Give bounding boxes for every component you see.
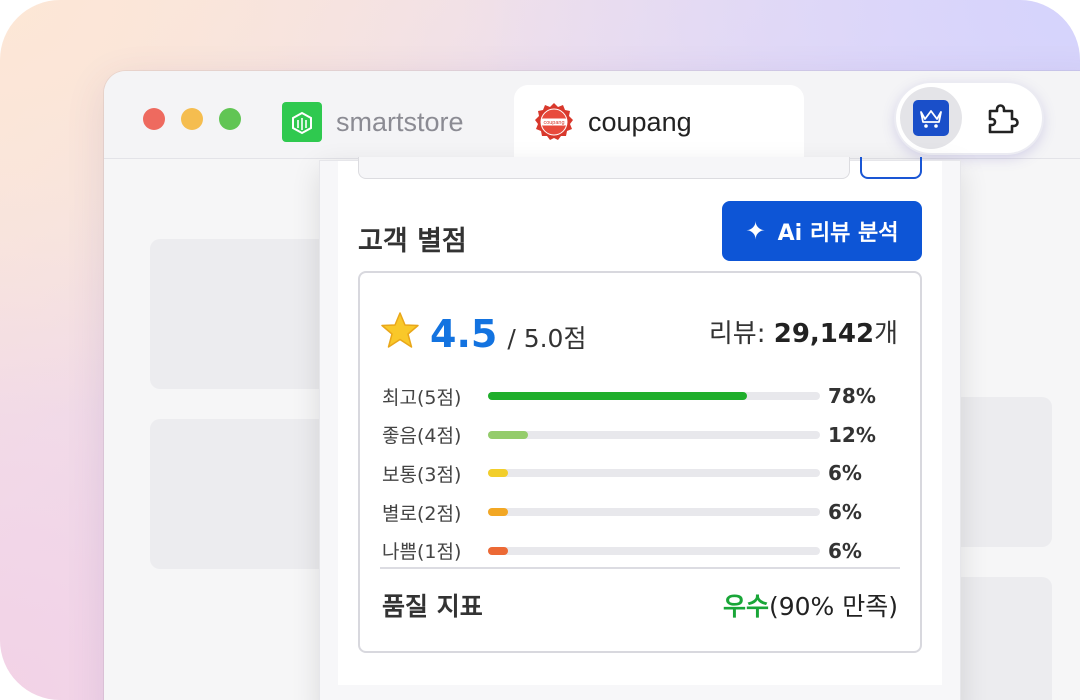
puzzle-icon[interactable] xyxy=(984,101,1020,137)
search-input[interactable] xyxy=(358,157,850,179)
ai-button-label: Ai 리뷰 분석 xyxy=(777,221,899,246)
rating-distribution: 최고(5점) 78% 좋음(4점) 12% 보통(3점) 6% 별로(2점) 6… xyxy=(382,377,902,570)
crown-cart-icon xyxy=(913,100,949,136)
divider xyxy=(380,567,900,569)
rating-summary: 4.5 / 5.0점 xyxy=(380,309,586,356)
placeholder-block xyxy=(952,397,1052,547)
tab-bar: smartstore coupang coupang xyxy=(104,71,1080,159)
distribution-bar-fill xyxy=(488,392,747,401)
review-count-value: 29,142 xyxy=(773,319,875,349)
distribution-bar xyxy=(488,508,820,517)
review-panel-content: 고객 별점 ✦ Ai 리뷰 분석 4.5 / 5.0점 리뷰: 29,142개 xyxy=(338,157,942,685)
distribution-bar xyxy=(488,546,820,555)
distribution-bar xyxy=(488,392,820,401)
review-count: 리뷰: 29,142개 xyxy=(709,313,898,350)
smartstore-logo-icon xyxy=(282,102,322,142)
rating-max: / 5.0점 xyxy=(507,324,587,353)
distribution-bar-fill xyxy=(488,469,508,478)
distribution-percent: 6% xyxy=(828,461,862,486)
extension-button-active[interactable] xyxy=(900,87,962,149)
distribution-row: 나쁨(1점) 6% xyxy=(382,531,902,570)
distribution-row: 보통(3점) 6% xyxy=(382,454,902,493)
distribution-row: 최고(5점) 78% xyxy=(382,377,902,416)
rating-value: 4.5 xyxy=(430,312,498,356)
distribution-label: 나쁨(1점) xyxy=(382,541,462,564)
distribution-bar-fill xyxy=(488,508,508,517)
distribution-label: 최고(5점) xyxy=(382,386,462,409)
tab-smartstore[interactable]: smartstore xyxy=(282,85,464,159)
placeholder-block xyxy=(150,239,330,389)
placeholder-block xyxy=(150,419,330,569)
browser-window: smartstore coupang coupang 고객 별점 ✦ Ai 리뷰… xyxy=(104,71,1080,700)
sparkle-icon: ✦ xyxy=(745,217,766,245)
coupang-logo-icon: coupang xyxy=(534,102,574,142)
distribution-bar xyxy=(488,469,820,478)
distribution-label: 별로(2점) xyxy=(382,502,462,525)
review-count-suffix: 개 xyxy=(874,319,898,349)
ai-review-analysis-button[interactable]: ✦ Ai 리뷰 분석 xyxy=(722,201,922,261)
tab-coupang[interactable]: coupang coupang xyxy=(514,85,804,159)
review-label: 리뷰: xyxy=(708,319,766,349)
distribution-percent: 6% xyxy=(828,500,862,525)
distribution-row: 별로(2점) 6% xyxy=(382,493,902,532)
quality-grade: 우수 xyxy=(722,592,769,621)
distribution-percent: 12% xyxy=(828,422,876,447)
quality-value: 우수(90% 만족) xyxy=(723,587,898,623)
distribution-bar xyxy=(488,430,820,439)
review-panel: 고객 별점 ✦ Ai 리뷰 분석 4.5 / 5.0점 리뷰: 29,142개 xyxy=(320,157,960,700)
rating-card: 4.5 / 5.0점 리뷰: 29,142개 최고(5점) 78% 좋음(4점) xyxy=(358,271,922,653)
distribution-percent: 6% xyxy=(828,538,862,563)
tab-label: smartstore xyxy=(336,106,464,137)
distribution-percent: 78% xyxy=(828,384,876,409)
distribution-bar-fill xyxy=(488,546,508,555)
extension-toolbar xyxy=(896,83,1042,153)
quality-detail: (90% 만족) xyxy=(768,592,898,621)
tab-label: coupang xyxy=(588,106,692,137)
placeholder-block xyxy=(952,577,1052,700)
svg-text:coupang: coupang xyxy=(543,120,564,126)
quality-label: 품질 지표 xyxy=(382,592,483,621)
distribution-bar-fill xyxy=(488,430,528,439)
minimize-window-button[interactable] xyxy=(181,108,203,130)
section-title: 고객 별점 xyxy=(358,226,467,257)
star-icon xyxy=(380,311,420,358)
search-button[interactable] xyxy=(860,157,922,179)
close-window-button[interactable] xyxy=(143,108,165,130)
maximize-window-button[interactable] xyxy=(219,108,241,130)
distribution-label: 좋음(4점) xyxy=(382,425,462,448)
distribution-row: 좋음(4점) 12% xyxy=(382,416,902,455)
distribution-label: 보통(3점) xyxy=(382,463,462,486)
